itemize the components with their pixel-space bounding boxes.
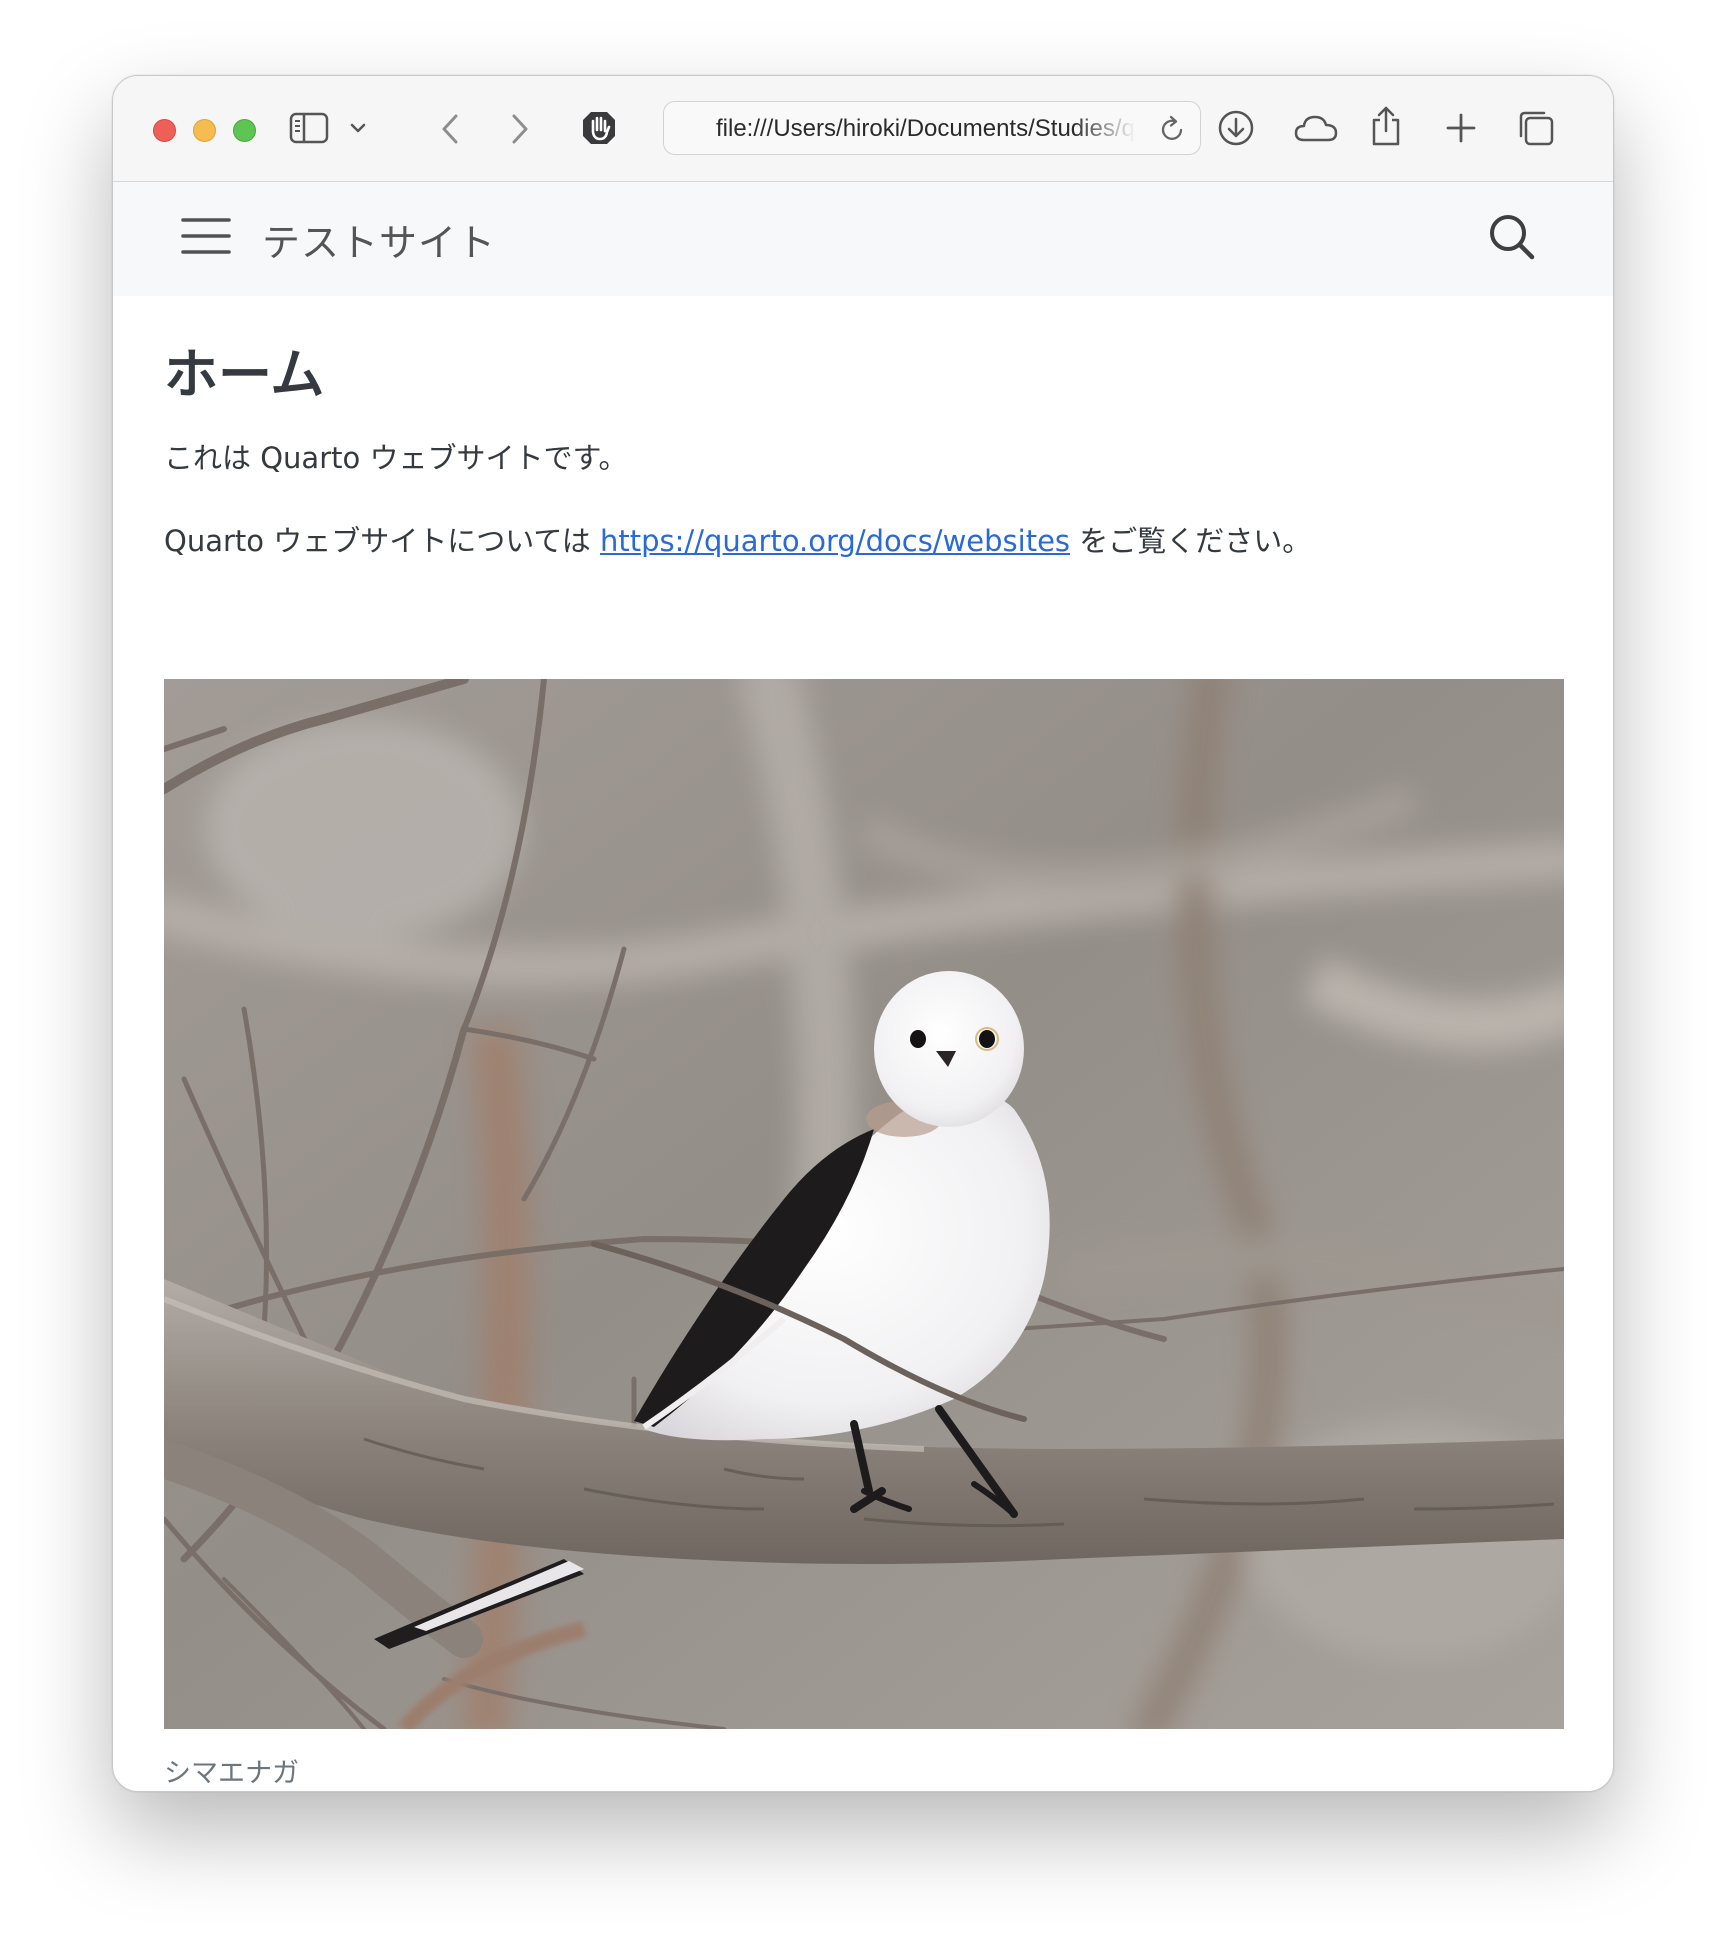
site-navbar: テストサイト — [113, 182, 1613, 296]
cloud-icon[interactable] — [1293, 112, 1339, 144]
tabs-overview-icon[interactable] — [1517, 109, 1555, 147]
chevron-down-icon[interactable] — [349, 120, 367, 136]
minimize-window-button[interactable] — [193, 119, 216, 142]
close-window-button[interactable] — [153, 119, 176, 142]
quarto-docs-link[interactable]: https://quarto.org/docs/websites — [600, 524, 1070, 558]
figure-caption: シマエナガ — [164, 1758, 299, 1789]
browser-window: file:///Users/hiroki/Documents/Studies/q… — [112, 75, 1614, 1792]
hamburger-menu-icon[interactable] — [181, 216, 231, 256]
sidebar-icon[interactable] — [289, 112, 329, 144]
more-info-prefix: Quarto ウェブサイトについては — [164, 524, 601, 558]
share-icon[interactable] — [1369, 104, 1403, 148]
more-info-paragraph: Quarto ウェブサイトについては https://quarto.org/do… — [164, 518, 1311, 560]
search-icon[interactable] — [1487, 212, 1537, 262]
url-text[interactable]: file:///Users/hiroki/Documents/Studies/q… — [716, 115, 1136, 143]
download-icon[interactable] — [1217, 109, 1255, 147]
more-info-suffix: をご覧ください。 — [1070, 524, 1312, 558]
hand-privacy-icon[interactable] — [579, 108, 619, 148]
intro-paragraph: これは Quarto ウェブサイトです。 — [164, 441, 628, 475]
back-icon[interactable] — [439, 112, 461, 146]
page-title: ホーム — [164, 343, 325, 406]
address-bar[interactable]: file:///Users/hiroki/Documents/Studies/q… — [663, 101, 1201, 155]
site-title[interactable]: テストサイト — [262, 212, 496, 267]
bird-photo — [164, 679, 1564, 1729]
bird-photo-illustration — [164, 679, 1564, 1729]
zoom-window-button[interactable] — [233, 119, 256, 142]
forward-icon[interactable] — [509, 112, 531, 146]
reload-icon[interactable] — [1160, 115, 1186, 143]
browser-toolbar: file:///Users/hiroki/Documents/Studies/q… — [113, 76, 1613, 182]
plus-icon[interactable] — [1445, 112, 1477, 144]
